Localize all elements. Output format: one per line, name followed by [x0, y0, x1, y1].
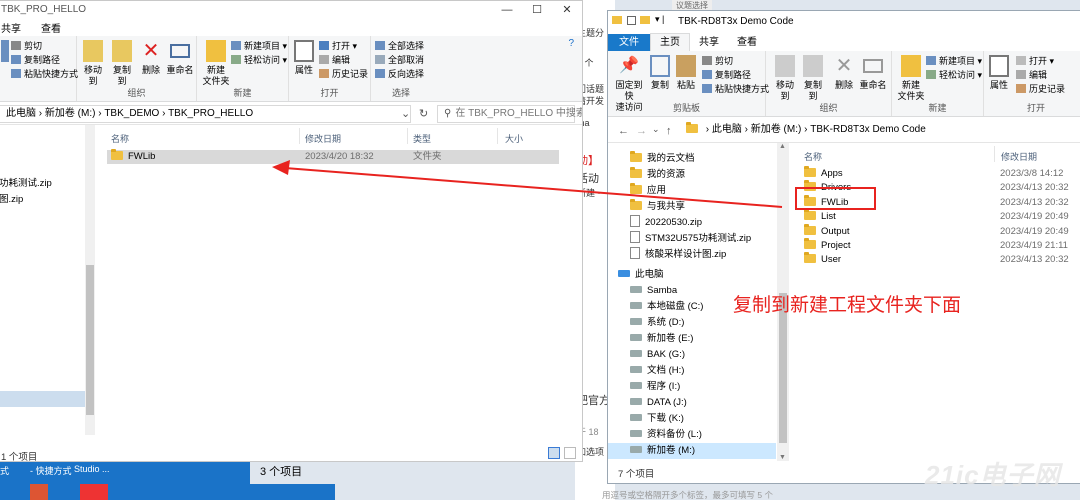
arrow-line — [284, 167, 783, 208]
annotation-text: 复制到新建工程文件夹下面 — [733, 295, 962, 316]
arrowhead-icon — [272, 160, 290, 175]
watermark-logo: 21ic电子网 — [925, 460, 1061, 490]
annotation-arrow — [272, 160, 783, 208]
